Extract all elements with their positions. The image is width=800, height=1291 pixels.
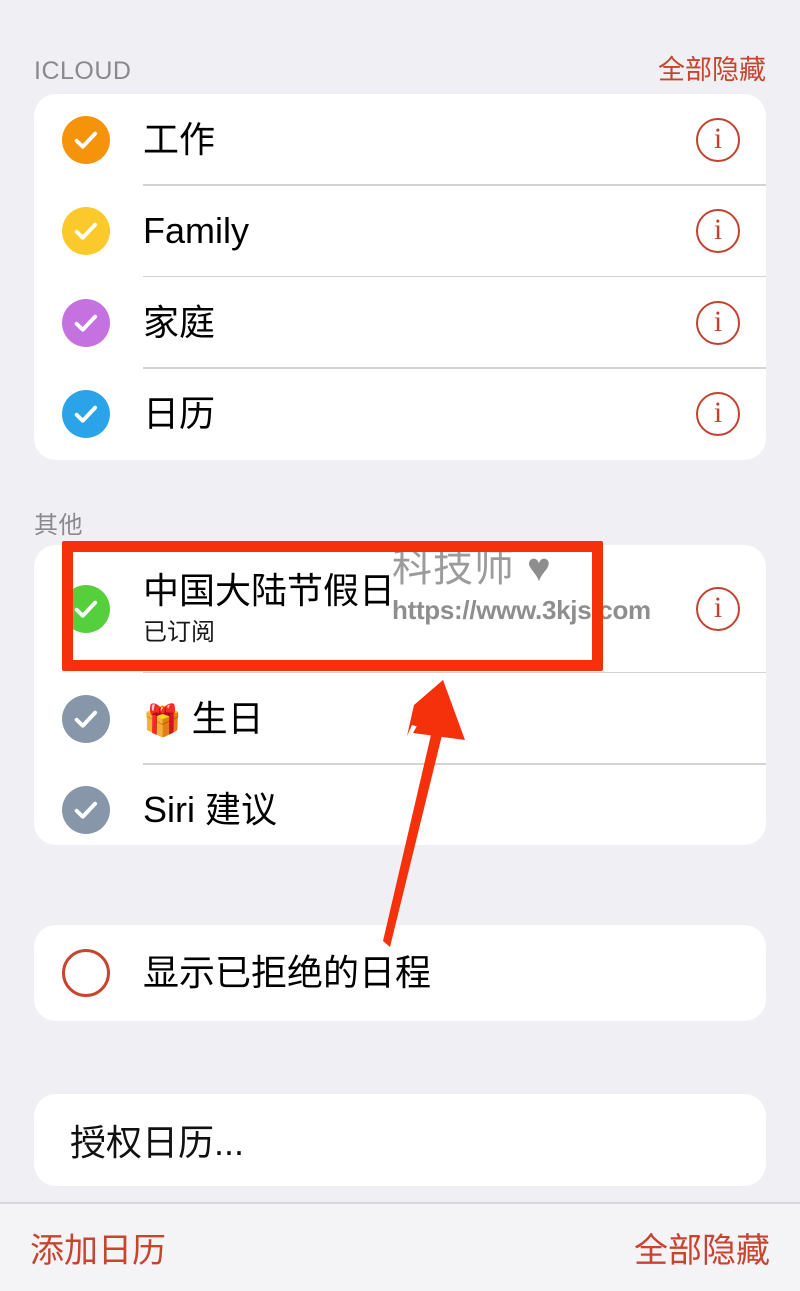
info-button-work[interactable]: i bbox=[696, 117, 740, 162]
calendar-labels-family: Family bbox=[143, 210, 696, 252]
check-icon bbox=[74, 131, 98, 149]
bottom-toolbar: 添加日历 全部隐藏 bbox=[0, 1202, 800, 1291]
calendar-name-calendar: 日历 bbox=[143, 393, 216, 435]
section-title-icloud: ICLOUD bbox=[34, 57, 132, 85]
calendar-name-birthdays: 🎁 生日 bbox=[143, 698, 740, 740]
checkmark-circle-birthdays[interactable] bbox=[62, 694, 110, 743]
section-title-other: 其他 bbox=[34, 512, 83, 539]
check-icon bbox=[74, 801, 98, 819]
calendar-row-calendar[interactable]: 日历 i bbox=[34, 369, 766, 461]
other-calendar-list: 中国大陆节假日 已订阅 i 🎁 生日 Siri 建议 bbox=[34, 545, 766, 845]
info-button-family[interactable]: i bbox=[696, 209, 740, 254]
calendar-subscription-status: 已订阅 bbox=[143, 618, 215, 646]
calendar-name-home: 家庭 bbox=[143, 301, 216, 343]
calendar-row-siri-suggestions[interactable]: Siri 建议 bbox=[34, 765, 766, 846]
hide-all-icloud-button[interactable]: 全部隐藏 bbox=[658, 48, 766, 87]
icloud-calendar-list: 工作 i Family i 家庭 i 日历 i bbox=[34, 94, 766, 460]
calendar-name-birthdays-text: 生日 bbox=[191, 697, 264, 739]
checkmark-circle-home[interactable] bbox=[62, 298, 110, 347]
calendar-labels-calendar: 日历 bbox=[143, 393, 696, 435]
calendar-name-work: 工作 bbox=[143, 118, 216, 160]
checkmark-circle-siri-suggestions[interactable] bbox=[62, 786, 110, 835]
authorize-calendars-row[interactable]: 授权日历... bbox=[34, 1094, 766, 1186]
hide-all-button[interactable]: 全部隐藏 bbox=[634, 1223, 770, 1272]
check-icon bbox=[74, 600, 98, 618]
show-declined-events-row[interactable]: 显示已拒绝的日程 bbox=[34, 925, 766, 1021]
checkmark-circle-calendar[interactable] bbox=[62, 390, 110, 439]
show-declined-events-label: 显示已拒绝的日程 bbox=[143, 951, 432, 993]
show-declined-labels: 显示已拒绝的日程 bbox=[143, 952, 740, 994]
calendars-settings-screen: ICLOUD 全部隐藏 工作 i Family i 家庭 i 日历 i 其他 中… bbox=[0, 0, 800, 1291]
calendar-labels-china-holidays: 中国大陆节假日 已订阅 bbox=[143, 570, 696, 647]
section-header-icloud: ICLOUD 全部隐藏 bbox=[34, 48, 766, 87]
check-icon bbox=[74, 405, 98, 423]
info-button-home[interactable]: i bbox=[696, 300, 740, 345]
authorize-calendars-card[interactable]: 授权日历... bbox=[34, 1094, 766, 1186]
add-calendar-button[interactable]: 添加日历 bbox=[30, 1223, 166, 1272]
gift-icon: 🎁 bbox=[143, 702, 182, 738]
checkmark-circle-work[interactable] bbox=[62, 115, 110, 164]
checkmark-circle-family[interactable] bbox=[62, 207, 110, 256]
calendar-row-birthdays[interactable]: 🎁 生日 bbox=[34, 673, 766, 765]
check-icon bbox=[74, 222, 98, 240]
authorize-calendars-label: 授权日历... bbox=[70, 1122, 245, 1163]
calendar-row-home[interactable]: 家庭 i bbox=[34, 277, 766, 369]
checkmark-circle-china-holidays[interactable] bbox=[62, 585, 110, 633]
calendar-labels-birthdays: 🎁 生日 bbox=[143, 698, 740, 740]
info-button-china-holidays[interactable]: i bbox=[696, 587, 740, 631]
section-header-other: 其他 bbox=[34, 505, 766, 540]
calendar-name-family: Family bbox=[143, 210, 249, 252]
calendar-labels-work: 工作 bbox=[143, 119, 696, 161]
calendar-name-siri-suggestions: Siri 建议 bbox=[143, 789, 277, 831]
show-declined-events-card: 显示已拒绝的日程 bbox=[34, 925, 766, 1021]
check-icon bbox=[74, 314, 98, 332]
calendar-labels-siri-suggestions: Siri 建议 bbox=[143, 789, 740, 831]
calendar-labels-home: 家庭 bbox=[143, 302, 696, 344]
info-button-calendar[interactable]: i bbox=[696, 392, 740, 437]
calendar-row-family[interactable]: Family i bbox=[34, 186, 766, 277]
calendar-row-china-holidays[interactable]: 中国大陆节假日 已订阅 i bbox=[34, 545, 766, 673]
check-icon bbox=[74, 710, 98, 728]
calendar-row-work[interactable]: 工作 i bbox=[34, 94, 766, 186]
calendar-name-china-holidays: 中国大陆节假日 bbox=[143, 570, 396, 612]
checkmark-circle-show-declined[interactable] bbox=[62, 949, 110, 997]
